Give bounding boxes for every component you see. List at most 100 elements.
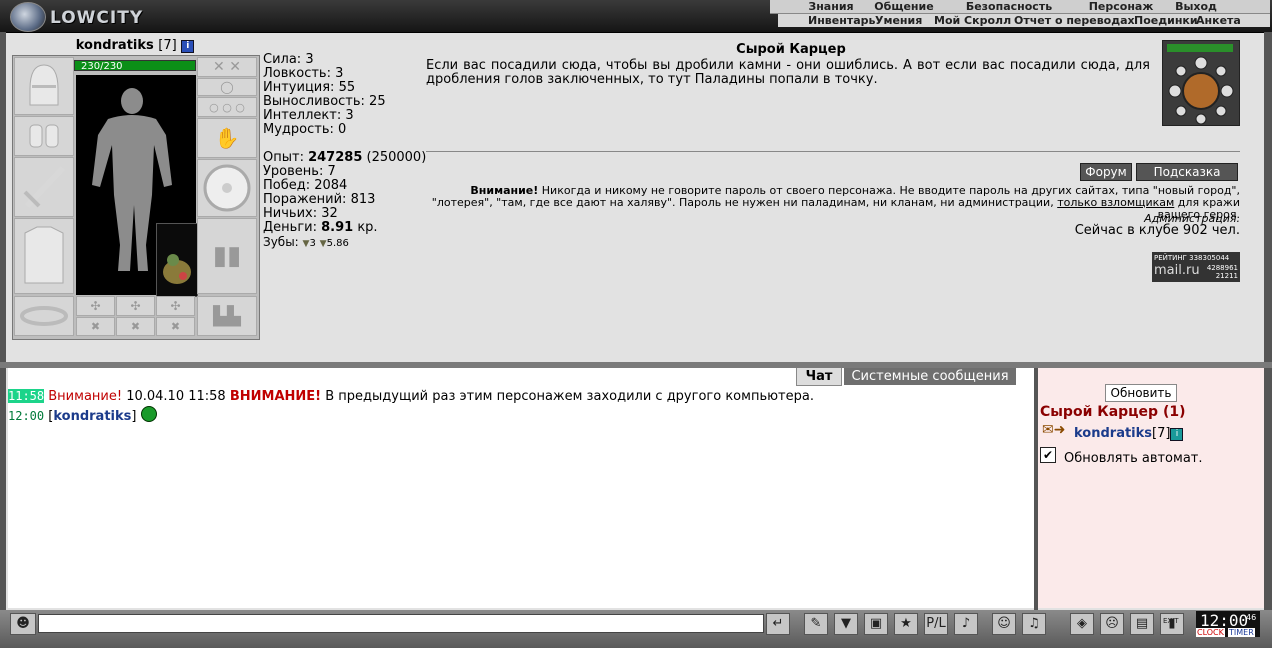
menu-communication[interactable]: Общение xyxy=(868,0,940,13)
character-name[interactable]: kondratiks [7] i xyxy=(10,38,260,53)
shield-slot[interactable] xyxy=(197,159,257,217)
level: Уровень: 7 xyxy=(263,164,336,179)
menu-knowledge[interactable]: Знания xyxy=(806,0,856,13)
belt-slot[interactable] xyxy=(14,296,74,336)
eraser-icon[interactable]: ✎ xyxy=(804,613,828,635)
losses: Поражений: 813 xyxy=(263,192,376,207)
save-icon[interactable]: ▣ xyxy=(864,613,888,635)
gloves-slot[interactable]: ✋ xyxy=(197,118,257,158)
room-user-name[interactable]: kondratiks xyxy=(1074,426,1152,441)
bracers-slot[interactable] xyxy=(14,116,74,156)
boots-icon: ▙▙ xyxy=(213,305,241,327)
app-logo: LOWCITY xyxy=(50,8,144,28)
pet-image[interactable] xyxy=(156,223,198,297)
clock-button[interactable]: CLOCK xyxy=(1196,628,1225,637)
filter-icon[interactable]: ▼ xyxy=(834,613,858,635)
stat-endurance: Выносливость: 25 xyxy=(263,94,386,109)
navigation-widget[interactable] xyxy=(1162,40,1240,126)
stat-strength: Сила: 3 xyxy=(263,52,314,67)
item-slot-2[interactable]: ✣ xyxy=(116,296,155,316)
room-title: Сырой Карцер (1) xyxy=(1040,404,1186,420)
auto-refresh-label: Обновлять автомат. xyxy=(1064,451,1203,466)
belt-icon xyxy=(20,306,68,326)
slot-cross-icon: ✣ xyxy=(170,299,181,313)
slot-x-icon: ✖ xyxy=(170,320,181,333)
frame-left xyxy=(0,32,6,610)
teeth: Зубы: ▼3 ▼5.86 xyxy=(263,235,349,249)
slot-cross-icon: ✣ xyxy=(90,299,101,313)
chat-input[interactable] xyxy=(38,614,764,633)
draws: Ничьих: 32 xyxy=(263,206,338,221)
armor-slot[interactable] xyxy=(14,218,74,294)
pet-icon xyxy=(163,254,191,284)
item-slot-3[interactable]: ✣ xyxy=(156,296,195,316)
speaker-icon[interactable]: ☻ xyxy=(10,613,36,635)
send-button[interactable]: ↵ xyxy=(766,613,790,635)
mask-icon[interactable]: ☹ xyxy=(1100,613,1124,635)
location-description: Если вас посадили сюда, чтобы вы дробили… xyxy=(426,58,1150,87)
clock-widget[interactable]: 12:00 46 CLOCK TIMER xyxy=(1196,611,1260,637)
amulet-slot[interactable]: ◯ xyxy=(197,78,257,96)
weapon-slot[interactable] xyxy=(14,157,74,217)
sound-toggle-icon[interactable]: ♫ xyxy=(1022,613,1046,635)
item-slot-5[interactable]: ✖ xyxy=(116,317,155,336)
menu-exit[interactable]: Выход xyxy=(1174,0,1218,13)
auto-refresh-checkbox[interactable]: ✔ xyxy=(1040,447,1056,463)
private-message-icon[interactable]: ✉➜ xyxy=(1042,422,1065,438)
divider xyxy=(426,151,1240,152)
submenu-inventory[interactable]: Инвентарь xyxy=(808,14,875,27)
menu-security[interactable]: Безопасность xyxy=(952,0,1066,13)
sword-icon xyxy=(23,165,66,209)
nav-progress-bar xyxy=(1167,44,1233,52)
exit-icon[interactable]: EXIT ▮ xyxy=(1160,613,1184,635)
smiley-icon xyxy=(140,406,157,422)
shop-icon[interactable]: ▤ xyxy=(1130,613,1154,635)
logo-emblem-icon xyxy=(10,2,46,32)
leggings-slot[interactable]: ▮▮ xyxy=(197,218,257,294)
menu-character[interactable]: Персонаж xyxy=(1080,0,1162,13)
message-nick[interactable]: kondratiks xyxy=(53,409,131,424)
earring-slot[interactable]: ✕ ✕ xyxy=(197,57,257,77)
pl-icon[interactable]: P/L xyxy=(924,613,948,635)
slot-x-icon: ✖ xyxy=(90,320,101,333)
message-time[interactable]: 12:00 xyxy=(8,409,44,423)
submenu-duels[interactable]: Поединки xyxy=(1134,14,1198,27)
bag-icon[interactable]: ◈ xyxy=(1070,613,1094,635)
tab-chat[interactable]: Чат xyxy=(796,368,842,386)
message-time[interactable]: 11:58 xyxy=(8,389,45,403)
clock-seconds: 46 xyxy=(1246,613,1257,622)
refresh-button[interactable]: Обновить xyxy=(1105,384,1177,402)
submenu-profile[interactable]: Анкета xyxy=(1196,14,1241,27)
online-count: Сейчас в клубе 902 чел. xyxy=(1074,223,1240,238)
submenu-transfers[interactable]: Отчет о переводах xyxy=(1014,14,1135,27)
hint-button[interactable]: Подсказка xyxy=(1136,163,1238,181)
info-icon[interactable]: i xyxy=(181,40,195,53)
item-slot-4[interactable]: ✖ xyxy=(76,317,115,336)
earring-icon: ✕ ✕ xyxy=(213,59,241,75)
item-slot-6[interactable]: ✖ xyxy=(156,317,195,336)
character-stats: Сила: 3 Ловкость: 3 Интуиция: 55 Выносли… xyxy=(263,53,386,137)
leggings-icon: ▮▮ xyxy=(212,241,242,271)
main-menu: Знания Общение Безопасность Персонаж Вых… xyxy=(770,0,1270,14)
smile-icon[interactable]: ☺ xyxy=(992,613,1016,635)
frame-right xyxy=(1264,32,1272,610)
stat-intellect: Интеллект: 3 xyxy=(263,108,354,123)
mailru-counter[interactable]: РЕЙТИНГ 338305044 mail.ru 4288961 21211 xyxy=(1152,252,1240,282)
rings-slot[interactable]: ○ ○ ○ xyxy=(197,97,257,117)
submenu-my-scroll[interactable]: Мой Скролл xyxy=(934,14,1011,27)
stat-agility: Ловкость: 3 xyxy=(263,66,344,81)
timer-button[interactable]: TIMER xyxy=(1228,628,1255,637)
boots-slot[interactable]: ▙▙ xyxy=(197,296,257,336)
helmet-slot[interactable] xyxy=(14,57,74,115)
rings-icon: ○ ○ ○ xyxy=(209,100,245,114)
gloves-icon: ✋ xyxy=(214,126,240,150)
submenu-skills[interactable]: Умения xyxy=(875,14,922,27)
item-slot-1[interactable]: ✣ xyxy=(76,296,115,316)
mailru-logo: mail.ru xyxy=(1154,263,1200,278)
sound-icon[interactable]: ♪ xyxy=(954,613,978,635)
tab-system-messages[interactable]: Системные сообщения xyxy=(844,368,1016,385)
run-icon[interactable]: ★ xyxy=(894,613,918,635)
forum-button[interactable]: Форум xyxy=(1080,163,1132,181)
user-info-icon[interactable]: i xyxy=(1170,428,1184,441)
location-title: Сырой Карцер xyxy=(736,42,846,57)
